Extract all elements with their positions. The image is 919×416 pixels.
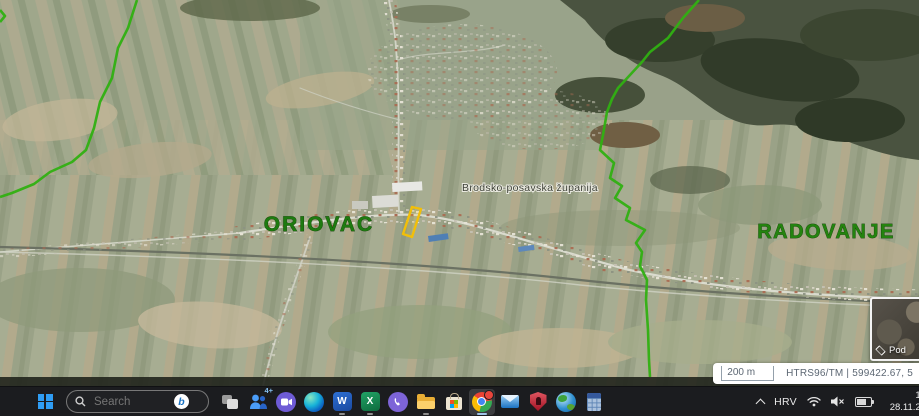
taskbar-app-word[interactable]: W (329, 389, 355, 415)
chevron-up-icon (755, 398, 766, 408)
system-tray: HRV 12 28.11.20 (755, 390, 919, 413)
edge-icon (304, 391, 324, 412)
task-view-icon (222, 394, 238, 409)
taskbar-app-excel[interactable]: X (357, 389, 383, 415)
taskbar-app-video-call[interactable] (273, 389, 299, 415)
file-explorer-icon (417, 394, 435, 409)
battery-icon (855, 396, 874, 407)
taskbar-app-mail[interactable] (497, 389, 523, 415)
aerial-map[interactable]: ORIOVAC RADOVANJE Brodsko-posavska župan… (0, 0, 919, 386)
settlement-label-radovanje: RADOVANJE (757, 221, 895, 243)
clock-date: 28.11.20 (889, 401, 919, 413)
windows-logo-icon (37, 394, 53, 409)
basemap-switcher-label: Pod (875, 345, 906, 356)
layers-icon (875, 345, 886, 356)
gis-globe-icon (556, 391, 576, 412)
scale-bar: 200 m (721, 366, 775, 381)
taskbar-app-chrome[interactable] (469, 388, 495, 415)
keyhole-icon (535, 396, 541, 405)
microsoft-store-icon (446, 393, 462, 410)
search-box[interactable]: b (66, 390, 209, 413)
chrome-notification-badge (484, 389, 494, 400)
battery-button[interactable] (855, 396, 874, 407)
taskbar-app-viber[interactable] (385, 389, 411, 415)
video-call-icon (276, 391, 296, 412)
taskbar-app-calculator[interactable] (581, 389, 607, 415)
volume-button[interactable] (831, 396, 845, 407)
taskbar-pinned-apps: b 4+ (32, 386, 607, 415)
chrome-icon (472, 389, 494, 412)
basemap-switcher[interactable]: Pod (870, 297, 919, 361)
start-button[interactable] (32, 389, 58, 415)
excel-icon: X (360, 392, 380, 411)
clock[interactable]: 12 28.11.20 (882, 390, 919, 413)
basemap-label-text: Pod (889, 345, 906, 356)
taskbar-app-edge[interactable] (301, 389, 327, 415)
windows-flag-icon (450, 399, 458, 408)
running-indicator (477, 412, 487, 415)
running-indicator (339, 412, 345, 415)
volume-muted-icon (831, 396, 844, 407)
map-viewport[interactable]: ORIOVAC RADOVANJE Brodsko-posavska župan… (0, 0, 919, 386)
running-indicator (423, 412, 429, 415)
wifi-icon (807, 396, 821, 407)
wifi-button[interactable] (807, 396, 821, 407)
search-input[interactable] (92, 394, 168, 409)
mail-icon (501, 395, 519, 408)
clock-time: 12 (915, 390, 919, 402)
taskbar-app-teams[interactable]: 4+ (245, 386, 274, 415)
teams-icon (249, 394, 267, 409)
desktop: ORIOVAC RADOVANJE Brodsko-posavska župan… (0, 0, 919, 416)
calculator-icon (587, 392, 601, 411)
antivirus-shield-icon (529, 392, 547, 411)
task-view-button[interactable] (217, 389, 243, 415)
map-statusbar: 200 m HTRS96/TM | 599422.67, 5 (713, 363, 919, 384)
taskbar-app-file-explorer[interactable] (413, 389, 439, 415)
tray-overflow-button[interactable] (755, 397, 766, 408)
taskbar-app-gis[interactable] (553, 389, 579, 415)
projection-coordinates: HTRS96/TM | 599422.67, 5 (786, 368, 913, 379)
bing-icon[interactable]: b (174, 394, 189, 409)
running-indicator (367, 412, 373, 415)
word-icon: W (332, 392, 352, 411)
taskbar: b 4+ (0, 386, 919, 416)
county-label: Brodsko-posavska županija (462, 182, 598, 194)
taskbar-app-microsoft-store[interactable] (441, 389, 467, 415)
settlement-label-oriovac: ORIOVAC (264, 213, 374, 236)
viber-icon (388, 391, 408, 412)
taskbar-app-antivirus[interactable] (525, 389, 551, 415)
language-indicator[interactable]: HRV (774, 396, 797, 408)
search-icon (75, 396, 86, 407)
